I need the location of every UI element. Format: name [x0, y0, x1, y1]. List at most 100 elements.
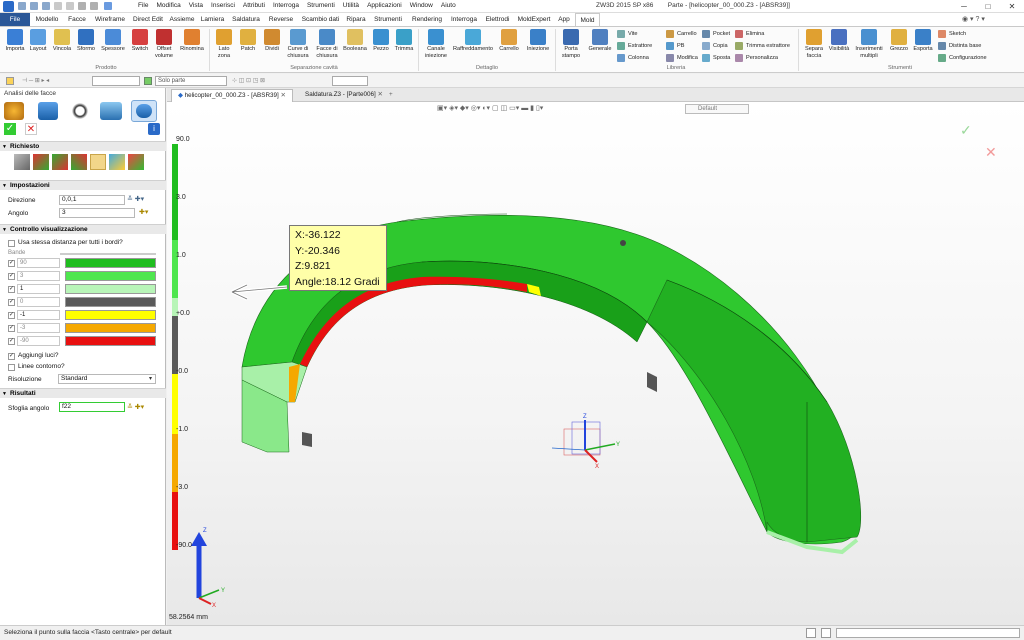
porta-stampo-button[interactable]: Porta stampo: [558, 29, 584, 59]
band-checkbox[interactable]: [8, 337, 15, 345]
rinomina-button[interactable]: Rinomina: [178, 29, 206, 53]
copia-button[interactable]: Copia: [702, 41, 728, 51]
tab-app[interactable]: App: [554, 13, 574, 26]
redo-icon[interactable]: [90, 2, 98, 10]
angle-input[interactable]: 3: [59, 208, 135, 218]
sheet-angle-input[interactable]: f22: [59, 402, 125, 412]
sformo-button[interactable]: Sformo: [75, 29, 97, 53]
band-value[interactable]: -90: [17, 336, 60, 346]
tab-modello[interactable]: Modello: [31, 13, 63, 26]
tab-saldatura-doc[interactable]: Saldatura.Z3 - [Parte006] ✕: [299, 89, 389, 102]
tab-lamiera[interactable]: Lamiera: [197, 13, 228, 26]
mode-face-icon[interactable]: [90, 154, 106, 170]
mode-draft-icon[interactable]: [33, 154, 49, 170]
command-input[interactable]: [836, 628, 1020, 638]
pezzo-button[interactable]: Pezzo: [370, 29, 392, 53]
menu-attributi[interactable]: Attributi: [239, 2, 269, 9]
band-checkbox[interactable]: [8, 272, 15, 280]
canale-iniezione-button[interactable]: Canale iniezione: [422, 29, 450, 59]
new-tab-button[interactable]: +: [383, 89, 399, 102]
part-filter-select[interactable]: Solo parte: [155, 76, 227, 86]
direction-input[interactable]: 0,0,1: [59, 195, 125, 205]
configurazione-button[interactable]: Configurazione: [938, 53, 987, 63]
layout-button[interactable]: Layout: [27, 29, 49, 53]
menu-inserisci[interactable]: Inserisci: [207, 2, 239, 9]
mode-gray-icon[interactable]: [14, 154, 30, 170]
vincola-button[interactable]: Vincola: [51, 29, 73, 53]
shape-icon[interactable]: [100, 102, 122, 120]
menu-aiuto[interactable]: Aiuto: [437, 2, 460, 9]
section-results[interactable]: Risultati: [0, 388, 166, 399]
pocket-button[interactable]: Pocket: [702, 29, 730, 39]
band-value[interactable]: 0: [17, 297, 60, 307]
tab-saldatura[interactable]: Saldatura: [228, 13, 264, 26]
band-checkbox[interactable]: [8, 311, 15, 319]
band-color-swatch[interactable]: [65, 336, 156, 346]
raffreddamento-button[interactable]: Raffreddamento: [452, 29, 494, 53]
trimma-estrattore-button[interactable]: Trimma estrattore: [735, 41, 790, 51]
print-icon[interactable]: [54, 2, 62, 10]
snap-select[interactable]: [332, 76, 368, 86]
separa-faccia-button[interactable]: Separa faccia: [801, 29, 827, 59]
section-display-control[interactable]: Controllo visualizzazione: [0, 224, 166, 235]
trimma-button[interactable]: Trimma: [393, 29, 415, 53]
mode-thickness-icon[interactable]: [109, 154, 125, 170]
band-color-swatch[interactable]: [65, 310, 156, 320]
menu-window[interactable]: Window: [406, 2, 437, 9]
menu-applicazioni[interactable]: Applicazioni: [363, 2, 406, 9]
band-color-swatch[interactable]: [65, 271, 156, 281]
menu-vista[interactable]: Vista: [185, 2, 207, 9]
cut-icon[interactable]: [66, 2, 74, 10]
glasses-icon[interactable]: [70, 102, 90, 120]
band-color-swatch[interactable]: [65, 284, 156, 294]
facce-chiusura-button[interactable]: Facce di chiusura: [313, 29, 341, 59]
part-filter-icon[interactable]: [144, 77, 152, 85]
band-value[interactable]: 90: [17, 258, 60, 268]
menu-interroga[interactable]: Interroga: [269, 2, 303, 9]
tab-interroga[interactable]: Interroga: [447, 13, 481, 26]
carrello-lib-button[interactable]: Carrello: [666, 29, 697, 39]
booleana-button[interactable]: Booleana: [342, 29, 368, 53]
inspect-icon[interactable]: [38, 102, 58, 120]
tab-helicopter[interactable]: ◆ helicopter_00_000.Z3 - [ABSR39] ✕: [171, 89, 293, 102]
resolution-select[interactable]: Standard: [58, 374, 156, 384]
close-tab-icon[interactable]: ✕: [281, 92, 286, 99]
band-value[interactable]: -1: [17, 310, 60, 320]
settings-icon[interactable]: [104, 2, 112, 10]
spessore-button[interactable]: Spessore: [99, 29, 127, 53]
elimina-button[interactable]: Elimina: [735, 29, 764, 39]
grezzo-button[interactable]: Grezzo: [888, 29, 910, 53]
tab-ripara[interactable]: Ripara: [343, 13, 369, 26]
section-required[interactable]: Richiesto: [0, 141, 166, 152]
bands-slider[interactable]: [60, 253, 156, 255]
band-checkbox[interactable]: [8, 324, 15, 332]
pb-button[interactable]: PB: [666, 41, 684, 51]
band-color-swatch[interactable]: [65, 323, 156, 333]
patch-button[interactable]: Patch: [237, 29, 259, 53]
curve-chiusura-button[interactable]: Curve di chiusura: [284, 29, 312, 59]
lato-zona-button[interactable]: Lato zona: [213, 29, 235, 59]
angle-options-icon[interactable]: ✚▾: [139, 208, 148, 216]
tab-moldexpert[interactable]: MoldExpert: [514, 13, 554, 26]
modifica-button[interactable]: Modifica: [666, 53, 698, 63]
3d-viewport[interactable]: ▣▾ ◈▾ ◆▾ ◎▾ ◐▾ ▢ ◫ ▭▾ ▬ ▮ ▯▾ Default ✓ ✕: [167, 102, 1024, 625]
tab-strumenti[interactable]: Strumenti: [369, 13, 407, 26]
visibilita-button[interactable]: Visibilità: [828, 29, 850, 53]
sposta-button[interactable]: Sposta: [702, 53, 730, 63]
tab-wireframe[interactable]: Wireframe: [91, 13, 129, 26]
open-icon[interactable]: [30, 2, 38, 10]
tab-assieme[interactable]: Assieme: [167, 13, 197, 26]
tab-mold[interactable]: Mold: [575, 13, 600, 26]
help-icon[interactable]: ◉ ▾ ? ▾: [962, 15, 985, 23]
menu-file[interactable]: File: [134, 2, 152, 9]
menu-utilita[interactable]: Utilità: [339, 2, 363, 9]
vite-button[interactable]: Vite: [617, 29, 638, 39]
close-button[interactable]: ✕: [1000, 0, 1024, 13]
status-tool-icon[interactable]: [806, 628, 816, 638]
colonna-button[interactable]: Colonna: [617, 53, 649, 63]
generale-button[interactable]: Generale: [586, 29, 614, 53]
band-checkbox[interactable]: [8, 259, 15, 267]
palette-icon[interactable]: [4, 102, 24, 120]
carrello-button[interactable]: Carrello: [496, 29, 522, 53]
estrattore-button[interactable]: Estrattore: [617, 41, 652, 51]
